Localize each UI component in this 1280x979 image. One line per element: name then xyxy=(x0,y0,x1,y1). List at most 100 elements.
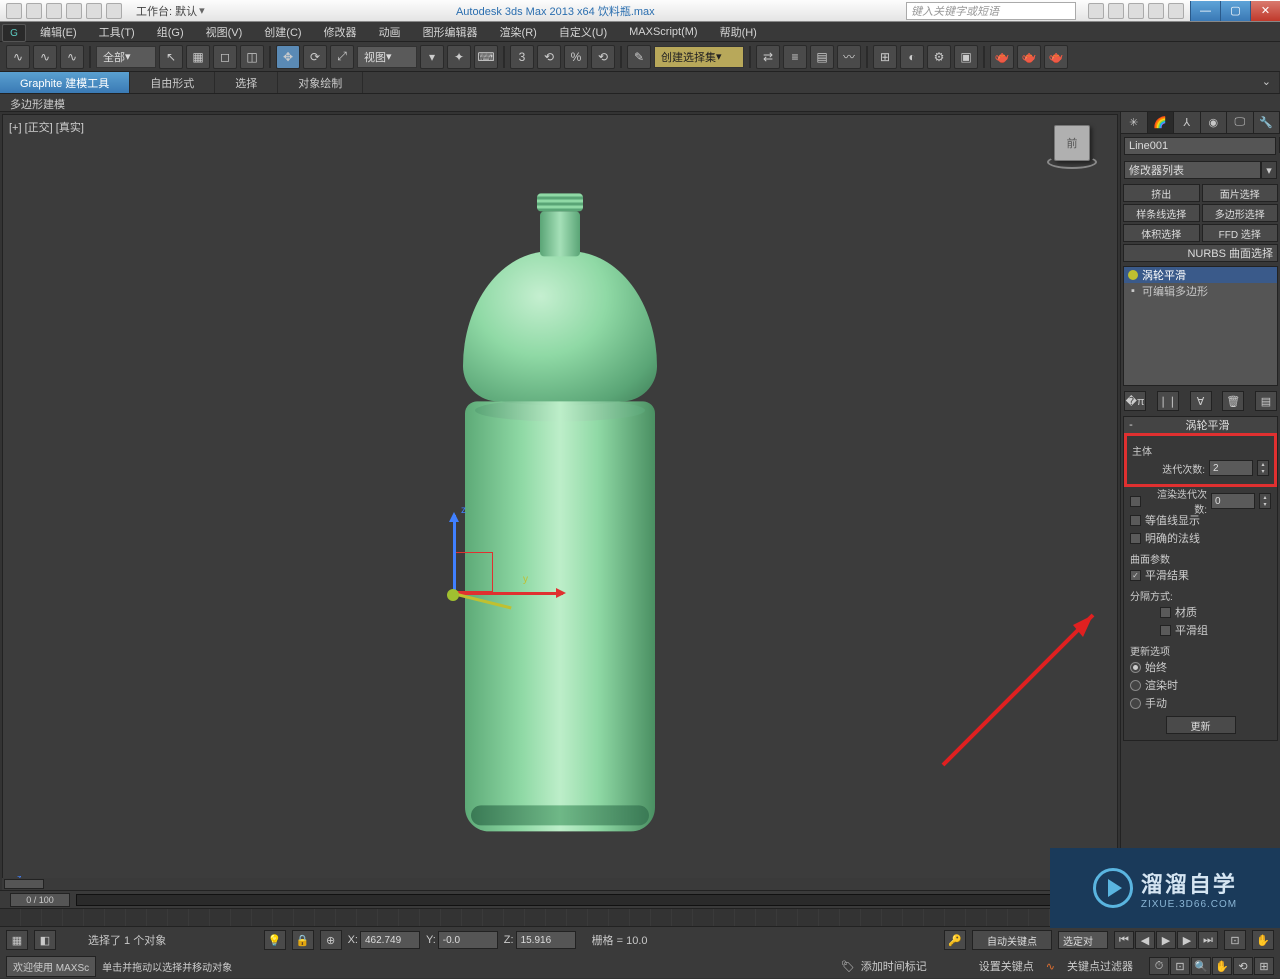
update-button[interactable]: 更新 xyxy=(1166,716,1236,734)
autokey-button[interactable]: 自动关键点 xyxy=(972,930,1052,950)
favorite-icon[interactable] xyxy=(1148,3,1164,19)
utilities-tab-icon[interactable]: 🔧 xyxy=(1254,112,1280,133)
angle-snap-icon[interactable]: ⟲ xyxy=(537,45,561,69)
goto-start-icon[interactable]: ⏮ xyxy=(1114,931,1134,949)
selection-filter-dropdown[interactable]: 全部 ▾ xyxy=(96,46,156,68)
next-frame-icon[interactable]: ▶ xyxy=(1177,931,1197,949)
ribbon-panel-label[interactable]: 多边形建模 xyxy=(0,94,1280,112)
percent-snap-icon[interactable]: % xyxy=(564,45,588,69)
open-icon[interactable] xyxy=(26,3,42,19)
ribbon-tab-freeform[interactable]: 自由形式 xyxy=(130,72,215,93)
named-selection-dropdown[interactable]: 创建选择集 ▾ xyxy=(654,46,744,68)
zoom-extents-icon[interactable]: ⊡ xyxy=(1170,957,1190,975)
render-iters-checkbox[interactable] xyxy=(1130,496,1141,507)
viewport-nav-icon[interactable]: ✋ xyxy=(1252,930,1274,950)
smoothgroup-checkbox[interactable] xyxy=(1160,625,1171,636)
layers-icon[interactable]: ▤ xyxy=(810,45,834,69)
goto-end-icon[interactable]: ⏭ xyxy=(1198,931,1218,949)
ribbon-tab-graphite[interactable]: Graphite 建模工具 xyxy=(0,72,130,93)
iterations-input[interactable]: 2 xyxy=(1209,460,1253,476)
transform-typein-icon[interactable]: ⊕ xyxy=(320,930,342,950)
help-icon[interactable] xyxy=(1168,3,1184,19)
select-object-icon[interactable]: ↖ xyxy=(159,45,183,69)
render-setup-icon[interactable]: ⚙ xyxy=(927,45,951,69)
minimize-button[interactable]: — xyxy=(1190,1,1220,21)
menu-create[interactable]: 创建(C) xyxy=(254,22,311,42)
menu-animation[interactable]: 动画 xyxy=(369,22,411,42)
scale-tool-icon[interactable]: ⤢ xyxy=(330,45,354,69)
hierarchy-tab-icon[interactable]: ⅄ xyxy=(1174,112,1201,133)
update-render-radio[interactable]: 渲染时 xyxy=(1130,676,1271,694)
preset-extrude[interactable]: 挤出 xyxy=(1123,184,1200,202)
time-config-icon[interactable]: ⏱ xyxy=(1149,957,1169,975)
preset-polyselect[interactable]: 多边形选择 xyxy=(1202,204,1279,222)
select-name-icon[interactable]: ▦ xyxy=(186,45,210,69)
close-button[interactable]: ✕ xyxy=(1250,1,1280,21)
pivot-center-icon[interactable]: ▾ xyxy=(420,45,444,69)
x-coord-input[interactable]: 462.749 xyxy=(360,931,420,949)
render-iters-spinner[interactable]: ▴▾ xyxy=(1259,493,1271,509)
configure-sets-icon[interactable]: ▤ xyxy=(1255,391,1277,411)
zoom-icon[interactable]: 🔍 xyxy=(1191,957,1211,975)
rotate-tool-icon[interactable]: ⟳ xyxy=(303,45,327,69)
frame-indicator[interactable]: 0 / 100 xyxy=(10,893,70,907)
make-unique-icon[interactable]: ∀ xyxy=(1190,391,1212,411)
menu-modifiers[interactable]: 修改器 xyxy=(314,22,367,42)
menu-views[interactable]: 视图(V) xyxy=(196,22,253,42)
preset-volselect[interactable]: 体积选择 xyxy=(1123,224,1200,242)
maximize-button[interactable]: ▢ xyxy=(1220,1,1250,21)
menu-help[interactable]: 帮助(H) xyxy=(710,22,767,42)
curve-editor-icon[interactable]: 〰 xyxy=(837,45,861,69)
lock-icon[interactable]: 🔒 xyxy=(292,930,314,950)
explicit-normals-checkbox[interactable] xyxy=(1130,533,1141,544)
render-last-icon[interactable]: 🫖 xyxy=(1044,45,1068,69)
mirror-icon[interactable]: ⇄ xyxy=(756,45,780,69)
preset-ffdselect[interactable]: FFD 选择 xyxy=(1202,224,1279,242)
ribbon-tab-selection[interactable]: 选择 xyxy=(215,72,278,93)
show-end-result-icon[interactable]: ❘❘ xyxy=(1157,391,1179,411)
listener-icon[interactable]: ◧ xyxy=(34,930,56,950)
y-coord-input[interactable]: -0.0 xyxy=(438,931,498,949)
iterations-spinner[interactable]: ▴▾ xyxy=(1257,460,1269,476)
expand-icon[interactable]: ▪ xyxy=(1128,285,1138,297)
modifier-stack[interactable]: 涡轮平滑 ▪ 可编辑多边形 xyxy=(1123,266,1278,386)
modify-tab-icon[interactable]: 🌈 xyxy=(1148,112,1175,133)
move-tool-icon[interactable]: ✥ xyxy=(276,45,300,69)
render-frame-icon[interactable]: ▣ xyxy=(954,45,978,69)
isolate-icon[interactable]: ⊡ xyxy=(1224,930,1246,950)
motion-tab-icon[interactable]: ◉ xyxy=(1201,112,1228,133)
prev-frame-icon[interactable]: ◀ xyxy=(1135,931,1155,949)
play-icon[interactable]: ▶ xyxy=(1156,931,1176,949)
material-checkbox-row[interactable]: 材质 xyxy=(1130,603,1271,621)
display-tab-icon[interactable]: 🖵 xyxy=(1227,112,1254,133)
exchange-icon[interactable] xyxy=(1128,3,1144,19)
new-icon[interactable] xyxy=(6,3,22,19)
menu-rendering[interactable]: 渲染(R) xyxy=(490,22,547,42)
workspace-label[interactable]: 工作台: 默认 xyxy=(136,3,197,19)
preset-nurbs[interactable]: NURBS 曲面选择 xyxy=(1123,244,1278,262)
stack-item-turbosmooth[interactable]: 涡轮平滑 xyxy=(1124,267,1277,283)
welcome-label[interactable]: 欢迎使用 MAXSc xyxy=(6,956,96,977)
keyfilter[interactable]: 关键点过滤器 xyxy=(1067,958,1133,974)
isoline-checkbox[interactable] xyxy=(1130,515,1141,526)
menu-tools[interactable]: 工具(T) xyxy=(89,22,145,42)
menu-edit[interactable]: 编辑(E) xyxy=(30,22,87,42)
viewport[interactable]: [+] [正交] [真实] 前 z y z x xyxy=(2,114,1118,936)
redo-icon[interactable] xyxy=(86,3,102,19)
window-crossing-icon[interactable]: ◫ xyxy=(240,45,264,69)
update-always-radio[interactable]: 始终 xyxy=(1130,658,1271,676)
undo-icon[interactable] xyxy=(66,3,82,19)
render-iters-input[interactable]: 0 xyxy=(1211,493,1255,509)
explicit-normals-row[interactable]: 明确的法线 xyxy=(1130,529,1271,547)
smooth-result-checkbox[interactable]: ✓ xyxy=(1130,570,1141,581)
model-bottle[interactable] xyxy=(445,171,675,851)
keyboard-shortcut-icon[interactable]: ⌨ xyxy=(474,45,498,69)
link-tool-icon[interactable]: ∿ xyxy=(6,45,30,69)
maxscript-mini-icon[interactable]: ▦ xyxy=(6,930,28,950)
snap-toggle-icon[interactable]: 3 xyxy=(510,45,534,69)
maximize-viewport-icon[interactable]: ⊞ xyxy=(1254,957,1274,975)
link-icon[interactable] xyxy=(106,3,122,19)
object-name-input[interactable] xyxy=(1124,137,1276,155)
app-menu-icon[interactable]: G xyxy=(2,24,26,42)
viewcube-ring-icon[interactable] xyxy=(1047,155,1097,169)
